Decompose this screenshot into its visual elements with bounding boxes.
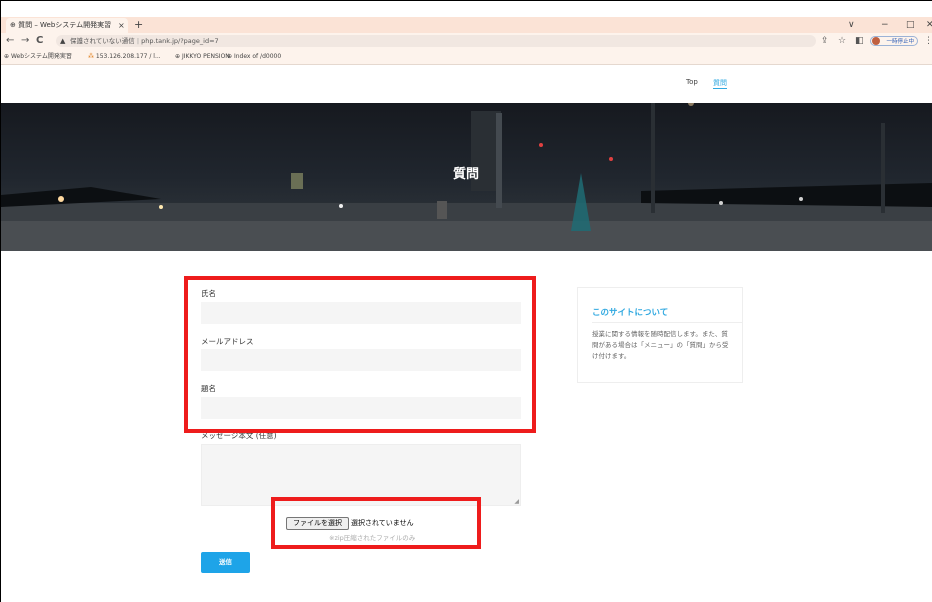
page-title: 質問	[452, 167, 479, 182]
bookmark-item[interactable]: ⊕ Index of /d0000	[227, 49, 281, 65]
minimize-button[interactable]: −	[881, 17, 889, 33]
bookmark-label: Index of /d0000	[233, 53, 282, 60]
warning-icon: ▲	[60, 37, 66, 45]
globe-icon: ⊕	[10, 21, 19, 29]
maximize-button[interactable]: □	[906, 17, 915, 33]
divider	[592, 322, 742, 323]
tab-search-icon[interactable]: ∨	[848, 17, 855, 33]
submit-button[interactable]: 送信	[201, 552, 250, 573]
resize-handle-icon[interactable]: ◢	[514, 498, 519, 505]
bookmark-label: Webシステム開発実習	[10, 53, 72, 60]
forward-button[interactable]: →	[21, 33, 29, 49]
globe-icon: ⊕	[175, 53, 182, 60]
phpmyadmin-icon: ⁂	[88, 53, 96, 60]
about-widget-title: このサイトについて	[592, 308, 669, 318]
bookmark-item[interactable]: ⊕ JIKKYO PENSION	[175, 49, 230, 65]
avatar	[872, 37, 880, 45]
highlight-box-fields	[184, 276, 536, 433]
bookmark-item[interactable]: ⊕ Webシステム開発実習	[4, 49, 72, 65]
reload-button[interactable]: C	[36, 33, 43, 49]
globe-icon: ⊕	[227, 53, 234, 60]
share-icon[interactable]: ⇪	[821, 33, 829, 49]
highlight-box-file	[271, 497, 481, 549]
security-warning[interactable]: 保護されていない通信	[70, 37, 135, 45]
browser-tab[interactable]: ⊕ 質問 – Webシステム開発実習	[6, 18, 128, 33]
bookmark-item[interactable]: ⁂ 153.126.208.177 / l...	[88, 49, 161, 65]
nav-link-question[interactable]: 質問	[713, 78, 727, 89]
address-url: php.tank.jp/?page_id=7	[141, 37, 219, 45]
bookmark-label: JIKKYO PENSION	[181, 53, 230, 60]
back-button[interactable]: ←	[6, 33, 14, 49]
about-widget-text: 授業に関する情報を随時配信します。また、質問がある場合は「メニュー」の「質問」か…	[592, 330, 729, 360]
nav-link-top[interactable]: Top	[686, 78, 698, 86]
menu-icon[interactable]: ⋮	[924, 33, 932, 49]
new-tab-button[interactable]: +	[134, 17, 143, 33]
side-panel-icon[interactable]: ◧	[855, 33, 864, 49]
bookmark-label: 153.126.208.177 / l...	[95, 53, 161, 60]
globe-icon: ⊕	[4, 53, 11, 60]
tab-close-icon[interactable]: ×	[118, 18, 125, 33]
bookmark-star-icon[interactable]: ☆	[838, 33, 846, 49]
address-bar[interactable]: 保護されていない通信 | php.tank.jp/?page_id=7	[56, 35, 816, 47]
frame-left-line	[0, 0, 1, 602]
frame-top-line	[0, 0, 932, 1]
close-window-button[interactable]: ✕	[926, 17, 932, 33]
tab-title: 質問 – Webシステム開発実習	[18, 21, 112, 29]
